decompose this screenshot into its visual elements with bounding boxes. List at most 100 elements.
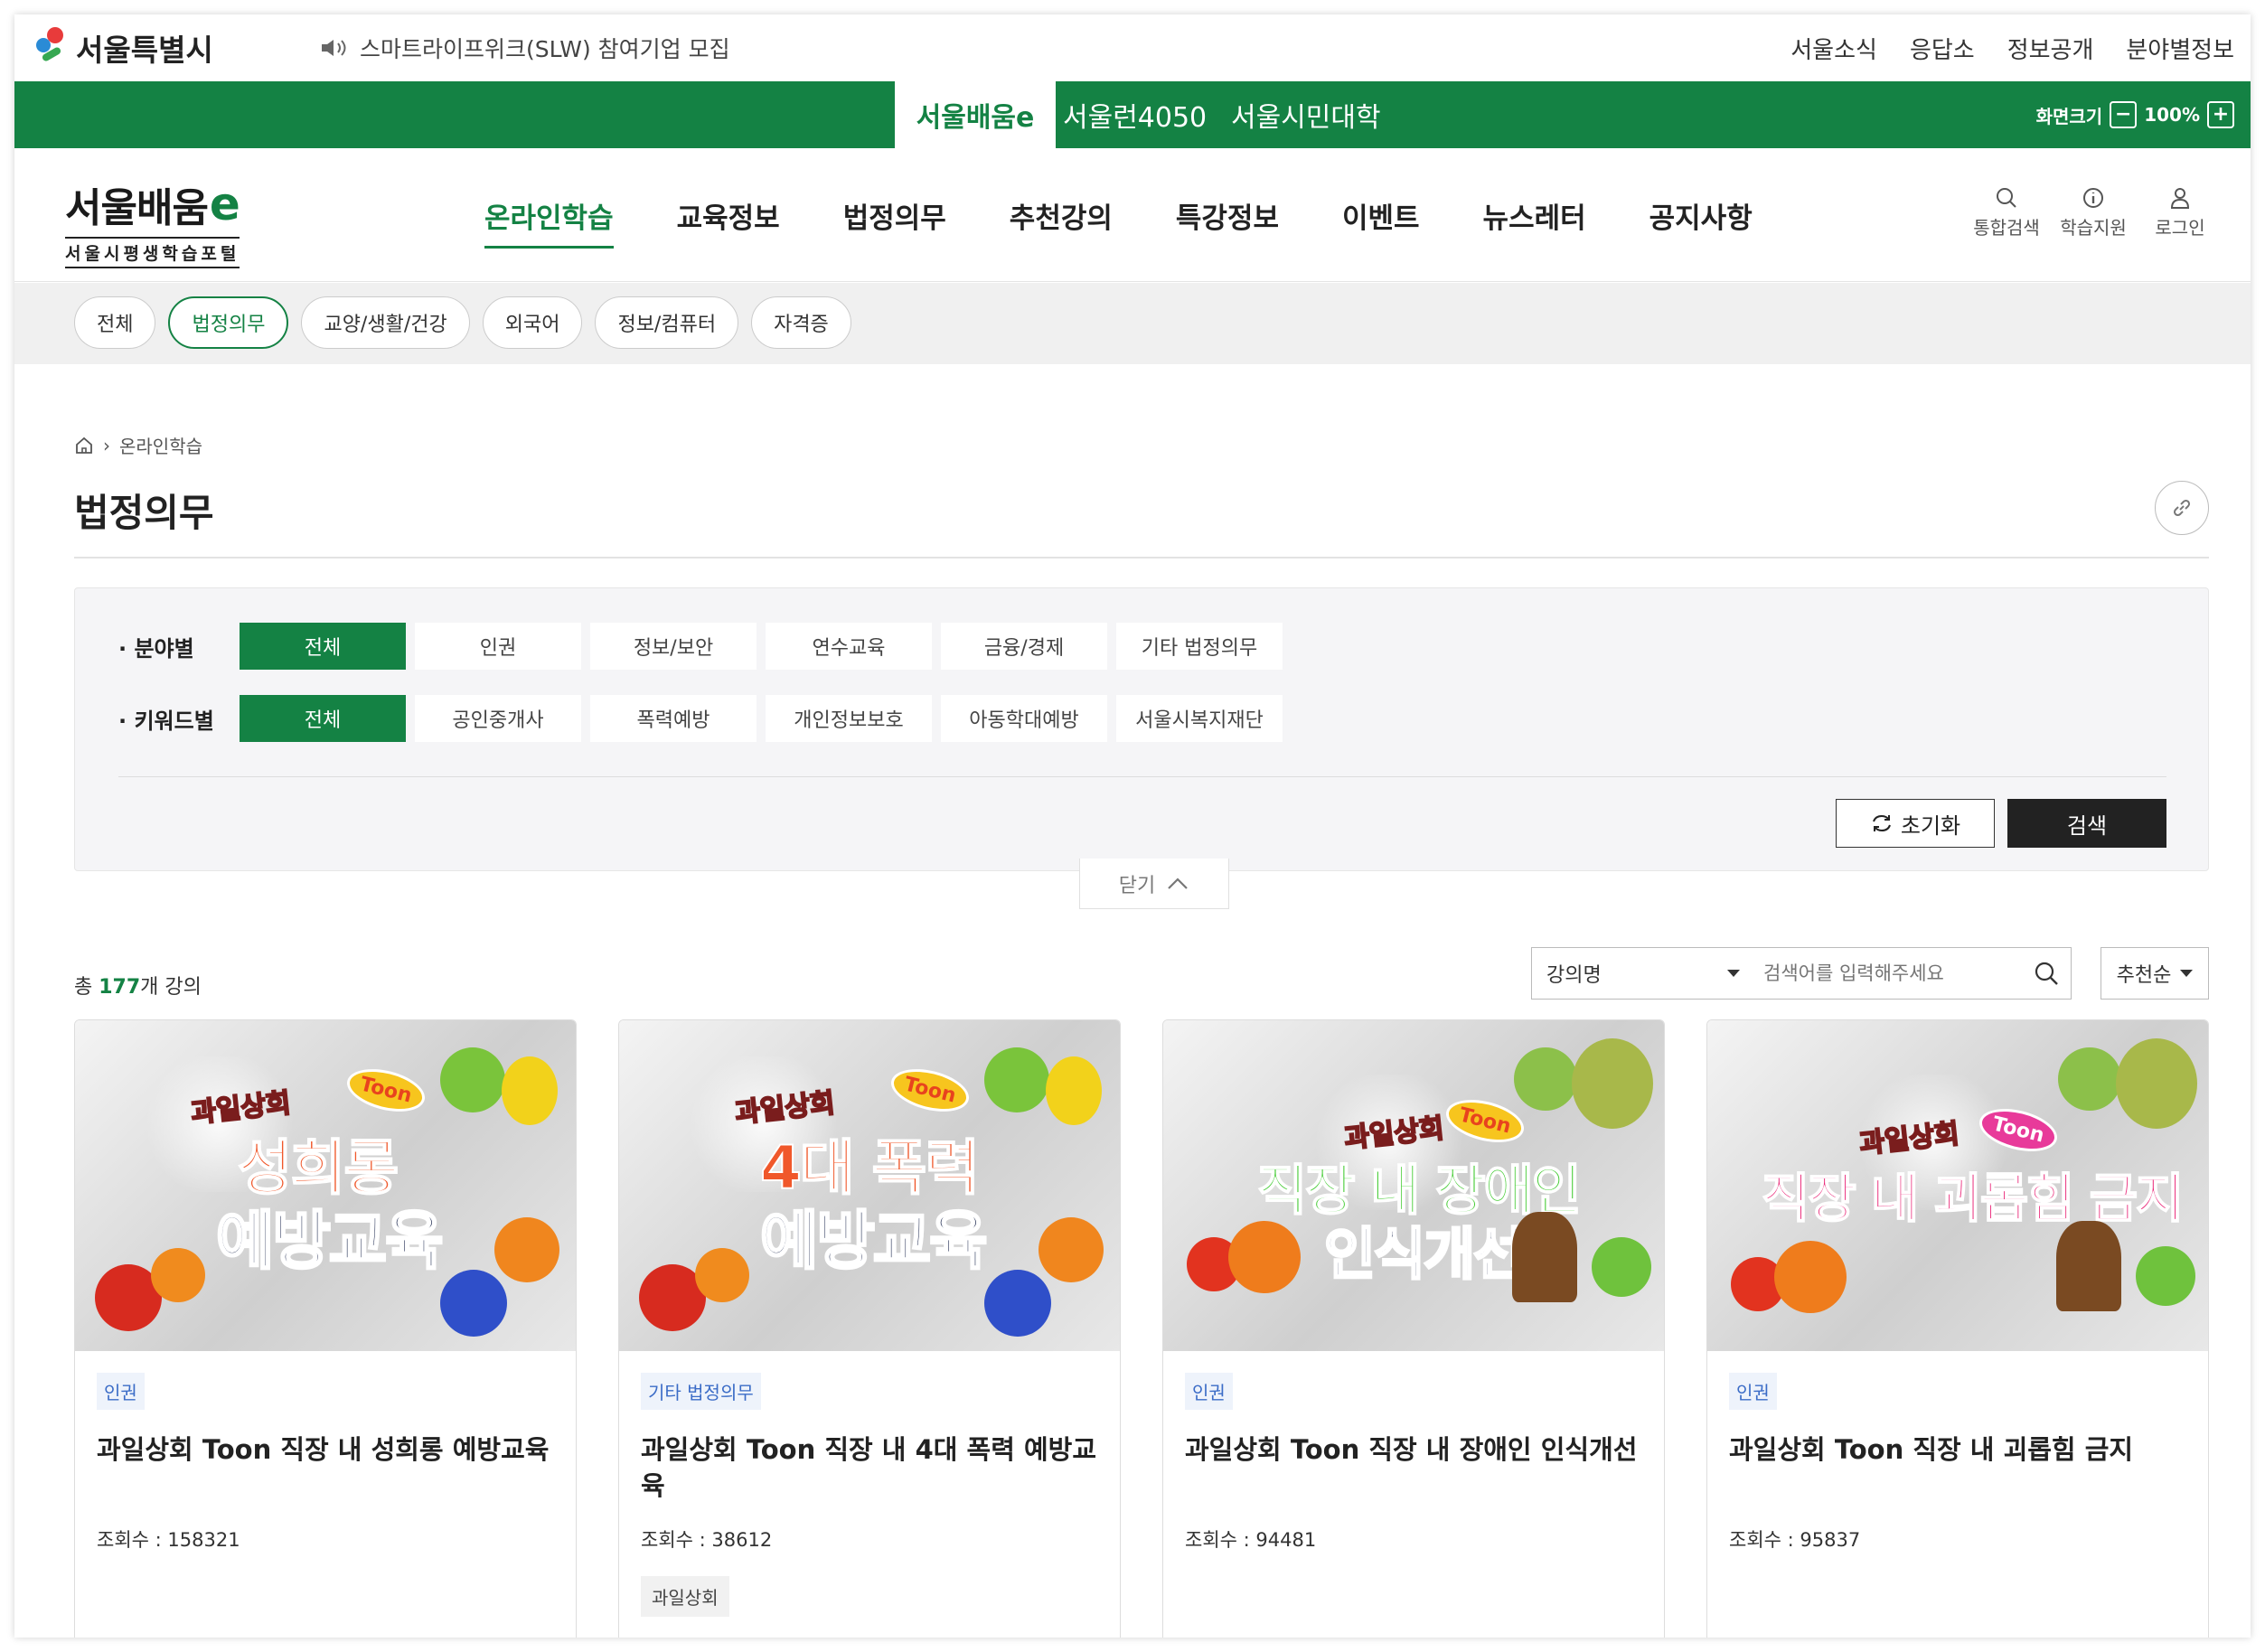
- category-it-computer[interactable]: 정보/컴퓨터: [595, 296, 739, 349]
- lecture-tag[interactable]: 과일상회: [641, 1576, 729, 1617]
- search-label: 통합검색: [1973, 217, 2040, 239]
- refresh-icon: [1872, 814, 1891, 832]
- util-link-info-disclosure[interactable]: 정보공개: [2007, 32, 2094, 65]
- zoom-out-button[interactable]: −: [2110, 101, 2138, 128]
- utility-bar: 서울특별시 스마트라이프위크(SLW) 참여기업 모집 서울소식 응답소 정보공…: [14, 14, 2251, 81]
- category-all[interactable]: 전체: [74, 296, 156, 349]
- orange-character: [494, 1217, 559, 1282]
- header-icons: 통합검색 학습지원 로그인: [1972, 186, 2214, 239]
- nav-online-learning[interactable]: 온라인학습: [484, 195, 614, 249]
- field-option-other-mandatory[interactable]: 기타 법정의무: [1116, 623, 1283, 670]
- chevron-right-icon: ›: [103, 434, 110, 456]
- keyword-option-violence-prevention[interactable]: 폭력예방: [590, 695, 757, 742]
- field-option-all[interactable]: 전체: [240, 623, 406, 670]
- keyword-option-privacy[interactable]: 개인정보보호: [766, 695, 932, 742]
- title-divider: [74, 557, 2209, 558]
- zoom-in-button[interactable]: +: [2207, 101, 2234, 128]
- filter-close-toggle[interactable]: 닫기: [1079, 859, 1229, 909]
- field-option-human-rights[interactable]: 인권: [415, 623, 581, 670]
- durian-character: [1572, 1038, 1653, 1129]
- info-icon: [2083, 188, 2103, 208]
- nav-education-info[interactable]: 교육정보: [677, 195, 780, 236]
- lecture-title[interactable]: 과일상회 Toon 직장 내 장애인 인식개선: [1185, 1431, 1642, 1507]
- persimmon-character: [151, 1248, 205, 1302]
- lecture-views: 조회수 : 38612: [641, 1529, 773, 1551]
- copy-link-button[interactable]: [2155, 481, 2209, 535]
- nav-special-lecture[interactable]: 특강정보: [1176, 195, 1279, 236]
- lecture-thumbnail[interactable]: 과일상회 Toon 성희롱 예방교육: [75, 1020, 576, 1351]
- util-link-news[interactable]: 서울소식: [1790, 32, 1877, 65]
- portal-tab-seoulrun4050[interactable]: 서울런4050: [1063, 81, 1207, 148]
- breadcrumb-current[interactable]: 온라인학습: [119, 432, 202, 458]
- notice-text: 스마트라이프위크(SLW) 참여기업 모집: [360, 36, 730, 62]
- lecture-title[interactable]: 과일상회 Toon 직장 내 성희롱 예방교육: [97, 1431, 554, 1507]
- home-icon[interactable]: [74, 436, 94, 455]
- chestnut-character: [1512, 1212, 1577, 1302]
- lecture-title[interactable]: 과일상회 Toon 직장 내 4대 폭력 예방교육: [641, 1431, 1098, 1507]
- sort-select[interactable]: 추천순: [2101, 947, 2209, 1000]
- nav-notice[interactable]: 공지사항: [1649, 195, 1753, 236]
- lecture-search-submit[interactable]: [2022, 961, 2071, 986]
- lecture-card[interactable]: 과일상회 Toon 성희롱 예방교육 인권 과일상회 Toon 직장 내 성희롱…: [74, 1019, 577, 1638]
- orange-character: [1774, 1241, 1847, 1313]
- lecture-card[interactable]: 과일상회 Toon 직장 내 장애인 인식개선 인권 과일상회 Toon 직장 …: [1162, 1019, 1665, 1638]
- keyword-option-welfare-foundation[interactable]: 서울시복지재단: [1116, 695, 1283, 742]
- user-icon: [2170, 188, 2190, 209]
- util-link-eungdapso[interactable]: 응답소: [1910, 32, 1975, 65]
- page-frame: 서울특별시 스마트라이프위크(SLW) 참여기업 모집 서울소식 응답소 정보공…: [14, 14, 2251, 1638]
- keyword-option-child-abuse[interactable]: 아동학대예방: [941, 695, 1107, 742]
- portal-tab-seoulbaeum[interactable]: 서울배움e: [895, 81, 1056, 148]
- zoom-value: 100%: [2144, 104, 2200, 126]
- nav-recommended[interactable]: 추천강의: [1010, 195, 1113, 236]
- lecture-card-list: 과일상회 Toon 성희롱 예방교육 인권 과일상회 Toon 직장 내 성희롱…: [74, 1019, 2209, 1638]
- category-mandatory[interactable]: 법정의무: [168, 296, 289, 349]
- chestnut-character: [2056, 1221, 2121, 1311]
- lecture-title[interactable]: 과일상회 Toon 직장 내 괴롭힘 금지: [1729, 1431, 2186, 1507]
- seoul-city-logo[interactable]: 서울특별시: [33, 20, 213, 76]
- lecture-thumbnail[interactable]: 과일상회 Toon 4대 폭력 예방교육: [619, 1020, 1120, 1351]
- total-suffix: 개 강의: [140, 976, 202, 999]
- apple-character: [1592, 1237, 1651, 1297]
- lecture-card[interactable]: 과일상회 Toon 4대 폭력 예방교육 기타 법정의무 과일상회 Toon 직…: [618, 1019, 1121, 1638]
- filter-row-field: · 분야별 전체 인권 정보/보안 연수교육 금융/경제 기타 법정의무: [118, 623, 1292, 670]
- sort-value: 추천순: [2116, 964, 2172, 987]
- lecture-thumbnail[interactable]: 과일상회 Toon 직장 내 괴롭힘 금지: [1707, 1020, 2208, 1351]
- lecture-card[interactable]: 과일상회 Toon 직장 내 괴롭힘 금지 인권 과일상회 Toon 직장 내 …: [1706, 1019, 2209, 1638]
- keyword-option-all[interactable]: 전체: [240, 695, 406, 742]
- reset-button[interactable]: 초기화: [1836, 799, 1995, 848]
- category-foreign-language[interactable]: 외국어: [482, 296, 583, 349]
- util-link-field-info[interactable]: 분야별정보: [2126, 32, 2234, 65]
- field-option-info-security[interactable]: 정보/보안: [590, 623, 757, 670]
- thumb-title-line2: 인식개선: [1322, 1220, 1526, 1289]
- nav-newsletter[interactable]: 뉴스레터: [1483, 195, 1586, 236]
- field-option-training[interactable]: 연수교육: [766, 623, 932, 670]
- notice-ticker[interactable]: 스마트라이프위크(SLW) 참여기업 모집: [320, 14, 730, 81]
- lecture-search-input[interactable]: [1754, 962, 2022, 984]
- login-button[interactable]: 로그인: [2146, 186, 2214, 239]
- filter-divider: [118, 776, 2166, 777]
- search-type-value: 강의명: [1546, 964, 1602, 987]
- durian-character: [2116, 1038, 2197, 1129]
- total-prefix: 총: [74, 976, 99, 999]
- nav-mandatory[interactable]: 법정의무: [843, 195, 946, 236]
- main-header: 서울배움 e 서울시평생학습포털 온라인학습 교육정보 법정의무 추천강의 특강정…: [14, 148, 2251, 282]
- portal-tab-citizen-univ[interactable]: 서울시민대학: [1231, 81, 1381, 148]
- search-type-select[interactable]: 강의명: [1532, 959, 1754, 988]
- field-option-finance[interactable]: 금융/경제: [941, 623, 1107, 670]
- brand-e: e: [209, 178, 240, 230]
- reset-label: 초기화: [1900, 812, 1961, 839]
- integrated-search-button[interactable]: 통합검색: [1972, 186, 2041, 239]
- lecture-thumbnail[interactable]: 과일상회 Toon 직장 내 장애인 인식개선: [1163, 1020, 1664, 1351]
- search-button[interactable]: 검색: [2007, 799, 2166, 848]
- nav-event[interactable]: 이벤트: [1342, 195, 1420, 236]
- category-certificate[interactable]: 자격증: [751, 296, 851, 349]
- filter-field-label: · 분야별: [118, 635, 194, 662]
- learning-support-button[interactable]: 학습지원: [2059, 186, 2128, 239]
- apple-character: [2136, 1246, 2195, 1306]
- main-nav: 온라인학습 교육정보 법정의무 추천강의 특강정보 이벤트 뉴스레터 공지사항: [484, 148, 1816, 282]
- category-culture-life-health[interactable]: 교양/생활/건강: [301, 296, 470, 349]
- brand-subtitle: 서울시평생학습포털: [65, 237, 240, 268]
- keyword-option-realtor[interactable]: 공인중개사: [415, 695, 581, 742]
- thumb-title-line2: 예방교육: [759, 1203, 990, 1280]
- brand-logo[interactable]: 서울배움 e 서울시평생학습포털: [65, 175, 240, 268]
